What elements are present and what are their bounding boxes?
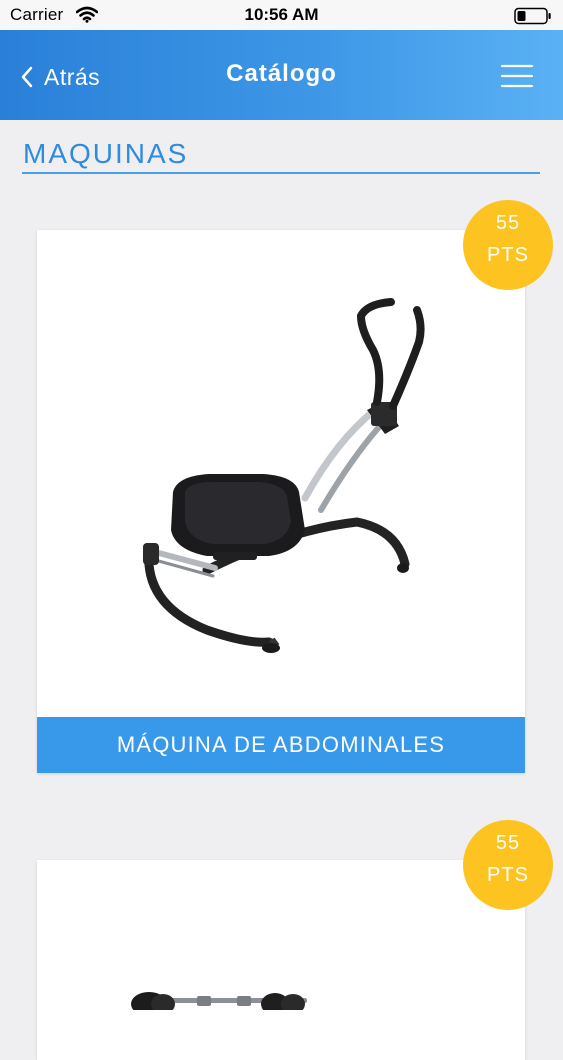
- barbell-image: [131, 992, 307, 1010]
- points-unit: PTS: [487, 244, 529, 266]
- ab-machine-image: [143, 298, 425, 653]
- points-value: 55: [495, 832, 521, 854]
- battery-icon: [514, 7, 551, 25]
- section-header: MAQUINAS: [22, 138, 540, 174]
- points-badge: 55 PTS: [463, 820, 553, 910]
- hamburger-menu-icon[interactable]: [500, 63, 534, 89]
- points-value: 55: [495, 212, 521, 234]
- product-name: MÁQUINA DE ABDOMINALES: [37, 717, 525, 773]
- page-title: Catálogo: [226, 60, 337, 87]
- product-card[interactable]: [37, 860, 525, 1060]
- status-time: 10:56 AM: [244, 5, 319, 24]
- navigation-bar: Atrás Catálogo: [0, 30, 563, 120]
- points-unit: PTS: [487, 864, 529, 886]
- product-card[interactable]: MÁQUINA DE ABDOMINALES: [37, 230, 525, 773]
- status-bar: Carrier 10:56 AM: [0, 0, 563, 30]
- section-title: MAQUINAS: [23, 138, 189, 169]
- points-badge: 55 PTS: [463, 200, 553, 290]
